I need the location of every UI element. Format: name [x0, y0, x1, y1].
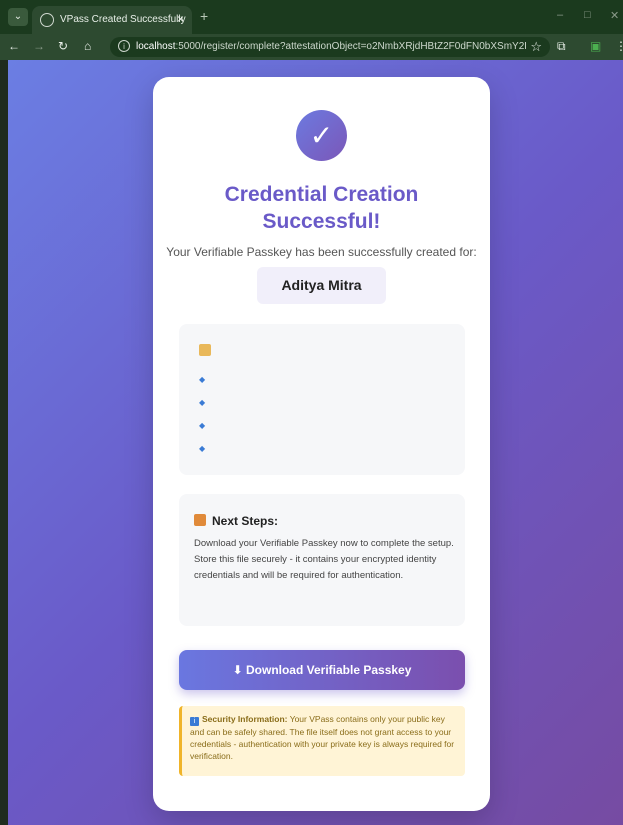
address-bar[interactable]: i localhost:5000/register/complete?attes…: [110, 37, 550, 57]
extensions-icon[interactable]: ⧉: [557, 39, 566, 54]
subtitle: Your Verifiable Passkey has been success…: [166, 245, 477, 259]
download-passkey-button[interactable]: ⬇ Download Verifiable Passkey: [179, 650, 465, 690]
reload-icon[interactable]: ↻: [58, 39, 68, 53]
next-steps-body: Download your Verifiable Passkey now to …: [194, 538, 454, 581]
tab-title: VPass Created Successfully: [60, 14, 186, 25]
back-arrow-icon[interactable]: ←: [8, 39, 20, 53]
address-url: localhost:5000/register/complete?attesta…: [136, 41, 526, 52]
browser-tab[interactable]: VPass Created Successfully ×: [32, 6, 192, 34]
profile-icon[interactable]: ▣: [590, 39, 601, 53]
url-host: localhost: [136, 41, 176, 52]
bullet-diamond-icon: ◆: [199, 444, 206, 453]
bullet-diamond-icon: ◆: [199, 375, 206, 384]
globe-icon: [40, 13, 54, 27]
tab-search-chevron-icon[interactable]: ⌄: [8, 8, 28, 26]
browser-toolbar: ← → ↻ ⌂ i localhost:5000/register/comple…: [0, 34, 623, 60]
list-item: ◆: [199, 397, 213, 407]
bullet-diamond-icon: ◆: [199, 421, 206, 430]
list-item: ◆: [199, 420, 213, 430]
checkmark-icon: ✓: [296, 110, 347, 161]
next-steps-heading-text: Next Steps:: [212, 514, 279, 528]
menu-dots-icon[interactable]: ⋮: [615, 39, 623, 53]
home-icon[interactable]: ⌂: [84, 39, 91, 53]
lock-icon: [194, 514, 206, 526]
page-title: Credential Creation Successful!: [224, 183, 419, 233]
info-icon: i: [190, 717, 199, 726]
bullet-diamond-icon: ◆: [199, 398, 206, 407]
user-name-badge: Aditya Mitra: [257, 267, 386, 304]
forward-arrow-icon[interactable]: →: [33, 39, 45, 53]
browser-tab-bar: ⌄ VPass Created Successfully × + – □ ✕: [0, 0, 623, 34]
contents-heading: [199, 344, 217, 358]
security-label: Security Information:: [202, 714, 288, 724]
minimize-icon[interactable]: –: [557, 9, 563, 21]
next-steps-heading: Next Steps:: [194, 514, 278, 528]
vpass-contents-panel: ◆ ◆ ◆ ◆: [179, 324, 465, 475]
next-steps-panel: Next Steps: Download your Verifiable Pas…: [179, 494, 465, 626]
bookmark-star-icon[interactable]: ☆: [530, 39, 542, 55]
security-info-box: i Security Information: Your VPass contai…: [179, 706, 465, 776]
site-info-icon[interactable]: i: [118, 40, 130, 52]
list-item: ◆: [199, 374, 213, 384]
tab-close-icon[interactable]: ×: [177, 12, 184, 26]
success-card: ✓ Credential Creation Successful! Your V…: [153, 77, 490, 811]
close-window-icon[interactable]: ✕: [610, 9, 619, 22]
clipboard-icon: [199, 344, 211, 356]
list-item: ◆: [199, 443, 213, 453]
url-path: :5000/register/complete?attestationObjec…: [175, 41, 526, 52]
maximize-icon[interactable]: □: [584, 9, 591, 21]
new-tab-icon[interactable]: +: [200, 8, 208, 24]
page-viewport: ✓ Credential Creation Successful! Your V…: [8, 60, 623, 825]
